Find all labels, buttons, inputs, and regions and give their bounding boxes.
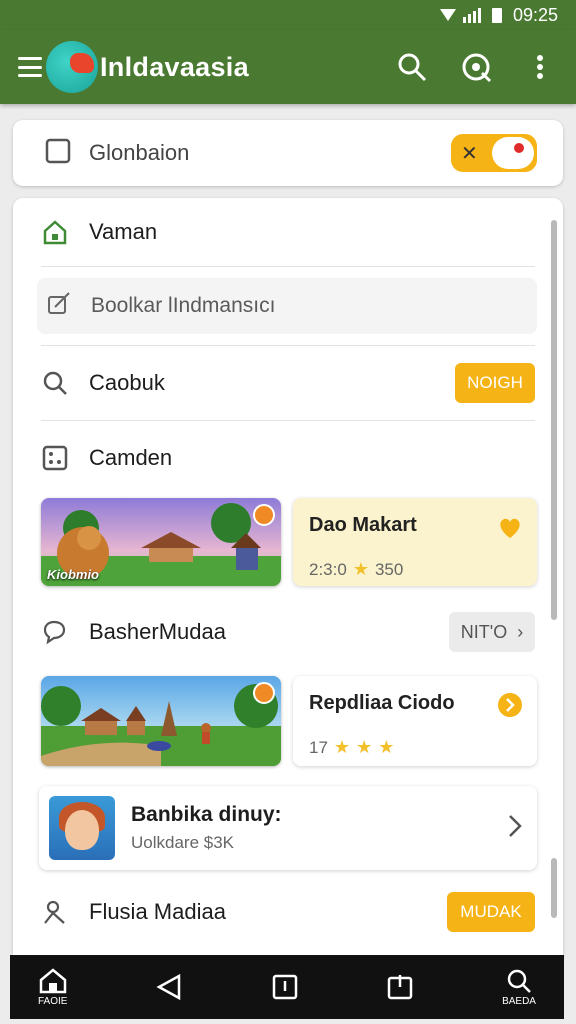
star-icon: ★ (356, 737, 373, 757)
more-button[interactable]: NIT'O › (449, 612, 535, 652)
feature-title: Dao Makart (309, 514, 417, 536)
menu-item-caobuk[interactable]: Caobuk NOIGH (41, 361, 535, 405)
feature-count: 350 (374, 559, 404, 579)
status-icons (439, 6, 503, 24)
menu-item-label: Flusia Madiaa (89, 899, 226, 924)
avatar (49, 796, 115, 860)
home-icon (41, 218, 69, 246)
search-card[interactable]: Glonbaion ✕ (13, 120, 563, 186)
chevron-right-icon[interactable] (507, 813, 523, 844)
menu-icon[interactable] (18, 57, 42, 77)
recent-icon (388, 975, 413, 1000)
nav-search[interactable]: BAEDA (502, 968, 536, 1007)
toggle-switch[interactable]: ✕ (451, 134, 537, 172)
feature-rating: 17 (309, 737, 328, 757)
arrow-right-icon[interactable] (497, 692, 523, 723)
app-logo (46, 41, 98, 93)
more-icon[interactable] (522, 49, 558, 85)
bottom-nav: FAOIE BAEDA (10, 955, 564, 1019)
menu-item-vaman[interactable]: Vaman (41, 212, 535, 252)
list-card[interactable]: Banbika dinuy: Uolkdare $3K (39, 786, 537, 870)
menu-item-label: BasherMudaa (89, 619, 226, 644)
nav-search-label: BAEDA (502, 995, 536, 1007)
app-bar: Inldavaasia (0, 30, 576, 104)
field-placeholder: Boolkar lIndmansıcı (91, 294, 276, 317)
noigh-button[interactable]: NOIGH (455, 363, 535, 403)
nav-recent[interactable] (386, 973, 414, 1001)
nav-home[interactable]: FAOIE (38, 967, 68, 1007)
badge-icon (253, 504, 275, 526)
dice-icon (41, 444, 69, 472)
badge-icon (253, 682, 275, 704)
search-icon (507, 969, 531, 993)
menu-item-label: Caobuk (89, 370, 165, 395)
list-card-title: Banbika dinuy: (131, 803, 282, 826)
search-icon (41, 369, 69, 397)
menu-item-label: Camden (89, 445, 173, 470)
scrollbar[interactable] (551, 220, 557, 620)
toggle-knob (492, 137, 534, 169)
chat-icon (45, 138, 71, 169)
feature-card-1[interactable]: Dao Makart 2:3:0 ★ 350 (293, 498, 537, 586)
nav-square[interactable] (271, 973, 299, 1001)
chevron-right-icon: › (517, 621, 524, 642)
person-icon (41, 898, 69, 926)
app-title: Inldavaasia (100, 51, 249, 82)
scrollbar-lower[interactable] (551, 858, 557, 918)
status-bar: 09:25 (0, 0, 576, 30)
signal-icon (462, 8, 481, 23)
wifi-icon (439, 9, 456, 21)
menu-item-flusia[interactable]: Flusia Madiaa MUDAK (41, 890, 535, 934)
square-icon (272, 974, 298, 1000)
game-caption: Kiobmio (47, 567, 99, 582)
menu-item-camden[interactable]: Camden (41, 438, 535, 478)
back-icon (156, 973, 181, 1001)
home-icon (39, 967, 66, 993)
feature-card-2[interactable]: Repdliaa Ciodo 17 ★ ★ ★ (293, 676, 537, 766)
game-thumbnail-2[interactable] (41, 676, 281, 766)
star-icon: ★ (378, 737, 395, 757)
nav-home-label: FAOIE (38, 995, 68, 1007)
divider (41, 266, 535, 267)
nav-back[interactable] (155, 973, 183, 1001)
settings-icon[interactable] (458, 49, 494, 85)
close-icon: ✕ (461, 142, 478, 165)
more-button-label: NIT'O (460, 621, 508, 642)
divider (41, 345, 535, 346)
bookmark-field[interactable]: Boolkar lIndmansıcı (37, 278, 537, 334)
edit-icon (47, 291, 75, 321)
mudak-button[interactable]: MUDAK (447, 892, 535, 932)
star-icon: ★ (333, 737, 351, 757)
chat-bubble-icon (41, 618, 69, 646)
divider (41, 420, 535, 421)
game-scene-2 (41, 676, 281, 766)
feature-title: Repdliaa Ciodo (309, 692, 455, 714)
status-time: 09:25 (512, 4, 558, 25)
battery-icon (491, 8, 502, 23)
feature-rating: 2:3:0 (309, 559, 347, 579)
star-icon: ★ (352, 559, 369, 579)
search-icon[interactable] (394, 49, 430, 85)
heart-icon[interactable] (497, 516, 523, 545)
list-card-subtitle: Uolkdare $3K (131, 833, 235, 852)
menu-item-label: Vaman (89, 219, 158, 244)
menu-item-bashermudaa[interactable]: BasherMudaa NIT'O › (41, 610, 535, 654)
search-card-label: Glonbaion (89, 140, 190, 165)
main-panel: Vaman Boolkar lIndmansıcı Caobuk NOIGH C… (13, 198, 563, 958)
game-thumbnail-1[interactable]: Kiobmio (41, 498, 281, 586)
